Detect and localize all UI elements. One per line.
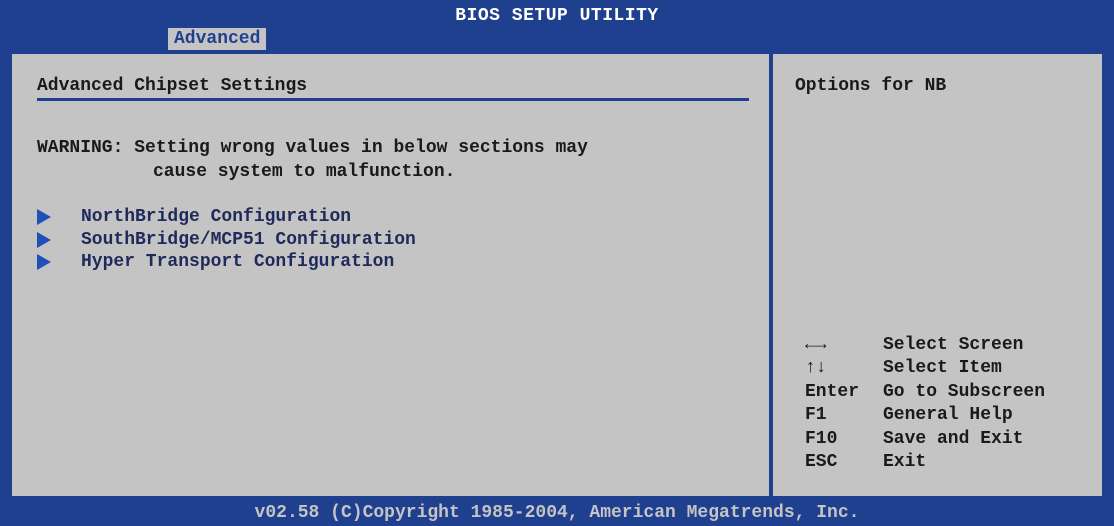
warning-text-line2: cause system to malfunction. <box>153 162 456 182</box>
key-description: Select Item <box>883 358 1002 379</box>
key-row-select-screen: ←→ Select Screen <box>805 333 1045 357</box>
section-divider <box>37 98 749 101</box>
menu-item-southbridge[interactable]: SouthBridge/MCP51 Configuration <box>37 229 416 251</box>
key-row-f1: F1 General Help <box>805 404 1045 428</box>
menu-item-label: SouthBridge/MCP51 Configuration <box>81 230 416 250</box>
menu-item-hyper-transport[interactable]: Hyper Transport Configuration <box>37 251 394 273</box>
help-panel: Options for NB ←→ Select Screen ↑↓ Selec… <box>773 54 1102 496</box>
bios-screen: BIOS SETUP UTILITY Advanced Advanced Chi… <box>0 0 1114 526</box>
key-label: F10 <box>805 428 838 449</box>
section-title: Advanced Chipset Settings <box>37 76 308 96</box>
key-row-esc: ESC Exit <box>805 451 1045 475</box>
key-description: Go to Subscreen <box>883 381 1046 402</box>
key-label: F1 <box>805 405 827 426</box>
key-row-enter: Enter Go to Subscreen <box>805 380 1045 404</box>
key-row-select-item: ↑↓ Select Item <box>805 357 1045 381</box>
menu-item-label: Hyper Transport Configuration <box>81 252 395 272</box>
up-down-arrows-icon: ↑↓ <box>805 358 827 379</box>
submenu-arrow-icon <box>37 232 51 248</box>
menu-item-northbridge[interactable]: NorthBridge Configuration <box>37 206 351 228</box>
submenu-arrow-icon <box>37 254 51 270</box>
main-panel: Advanced Chipset Settings WARNING: Setti… <box>12 54 768 496</box>
key-description: Save and Exit <box>883 428 1024 449</box>
content-area: Advanced Chipset Settings WARNING: Setti… <box>8 50 1106 500</box>
help-title: Options for NB <box>795 76 947 96</box>
tab-advanced[interactable]: Advanced <box>168 28 267 50</box>
window-title: BIOS SETUP UTILITY <box>455 6 659 26</box>
key-description: General Help <box>883 405 1013 426</box>
key-row-f10: F10 Save and Exit <box>805 427 1045 451</box>
menu-item-label: NorthBridge Configuration <box>81 207 352 227</box>
key-label: ESC <box>805 452 838 473</box>
key-description: Select Screen <box>883 334 1024 355</box>
left-right-arrows-icon: ←→ <box>805 334 827 355</box>
key-label: Enter <box>805 381 860 402</box>
key-description: Exit <box>883 452 927 473</box>
warning-text-line1: WARNING: Setting wrong values in below s… <box>37 138 588 158</box>
key-legend: ←→ Select Screen ↑↓ Select Item Enter Go… <box>805 333 1045 474</box>
submenu-arrow-icon <box>37 209 51 225</box>
title-bar: BIOS SETUP UTILITY Advanced <box>0 0 1114 50</box>
copyright-footer: v02.58 (C)Copyright 1985-2004, American … <box>0 500 1114 526</box>
